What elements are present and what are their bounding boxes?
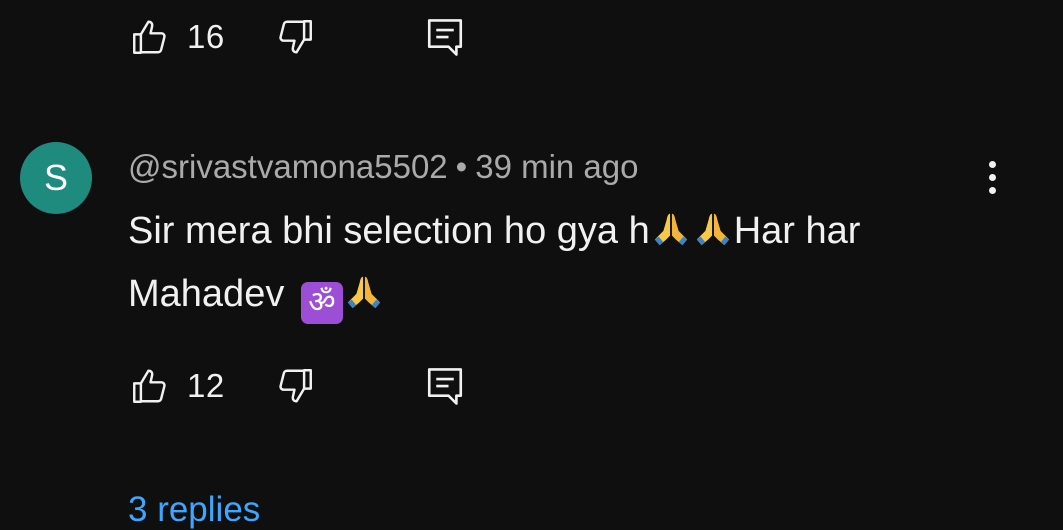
thumbs-down-icon [279, 20, 312, 54]
comment-reply-icon [427, 19, 463, 56]
om-emoji-icon: ॐ [300, 282, 343, 324]
dislike-button[interactable] [273, 364, 317, 408]
more-vertical-icon-dot-2 [988, 173, 996, 181]
more-options-button[interactable] [970, 155, 1014, 199]
comment-text: Sir mera bhi selection ho gya h Har har … [128, 200, 968, 326]
comment-text-part-2: Har har [733, 210, 861, 252]
replies-link[interactable]: 3 replies [128, 490, 260, 530]
avatar[interactable]: S [20, 142, 92, 214]
like-count: 16 [187, 18, 225, 55]
comment-author[interactable]: @srivastvamona5502 [128, 148, 448, 185]
prev-comment-actions: 16 [129, 13, 467, 61]
like-count: 12 [187, 367, 225, 404]
reply-button[interactable] [423, 15, 467, 59]
comment-header: @srivastvamona5502 • 39 min ago [128, 148, 639, 186]
folded-hands-emoji-icon [696, 213, 729, 246]
thumbs-down-icon [279, 369, 312, 403]
header-separator: • [455, 148, 468, 185]
more-vertical-icon [988, 160, 996, 168]
more-vertical-icon-dot-3 [988, 186, 996, 194]
comment-actions: 12 [129, 362, 467, 410]
comment-text-part-3: Mahadev [128, 273, 295, 315]
like-button[interactable] [129, 15, 173, 59]
reply-button[interactable] [423, 364, 467, 408]
folded-hands-emoji-icon [654, 213, 687, 246]
comment-reply-icon [427, 368, 463, 405]
thumbs-up-icon [133, 369, 166, 403]
comment-text-part-1: Sir mera bhi selection ho gya h [128, 210, 650, 252]
folded-hands-emoji-icon [347, 276, 381, 309]
thumbs-up-icon [133, 20, 166, 54]
like-button[interactable] [129, 364, 173, 408]
dislike-button[interactable] [273, 15, 317, 59]
comment-time: 39 min ago [475, 148, 639, 185]
